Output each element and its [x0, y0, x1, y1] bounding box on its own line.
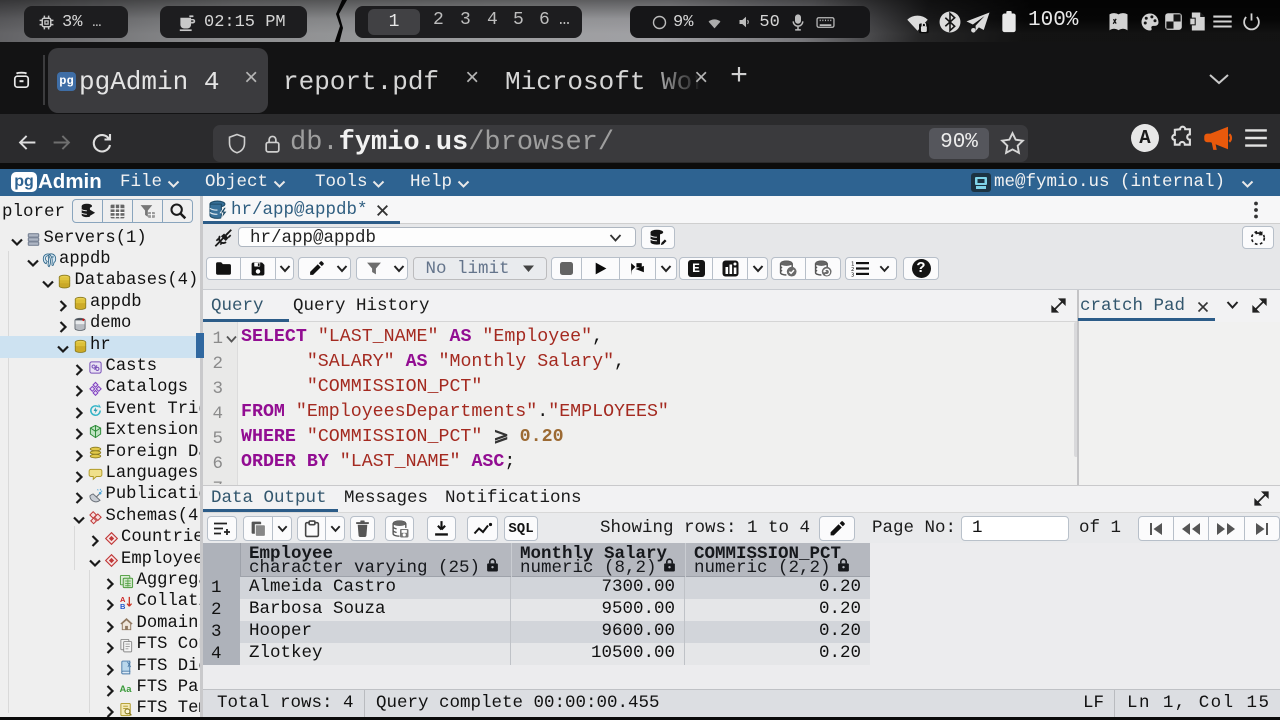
- svg-text:3: 3: [851, 273, 854, 278]
- svg-text:B: B: [120, 602, 126, 610]
- svg-text:Aa: Aa: [119, 684, 132, 694]
